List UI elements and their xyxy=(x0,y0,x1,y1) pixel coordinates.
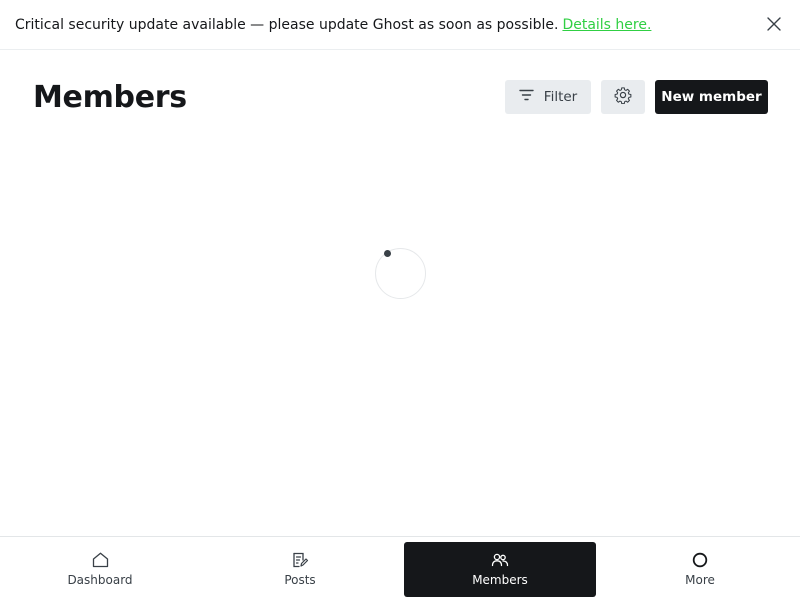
security-update-banner: Critical security update available — ple… xyxy=(0,0,800,50)
circle-icon xyxy=(692,552,708,568)
nav-label-posts: Posts xyxy=(284,573,316,587)
nav-item-members[interactable]: Members xyxy=(404,542,596,597)
nav-label-members: Members xyxy=(472,573,528,587)
close-icon[interactable] xyxy=(766,16,782,32)
filter-label: Filter xyxy=(543,89,578,105)
loading-spinner xyxy=(375,248,426,299)
details-link[interactable]: Details here. xyxy=(562,17,651,33)
new-member-button[interactable]: New member xyxy=(655,80,768,114)
gear-icon xyxy=(614,86,632,108)
nav-item-posts[interactable]: Posts xyxy=(204,542,396,597)
banner-message: Critical security update available — ple… xyxy=(15,17,651,33)
nav-label-more: More xyxy=(685,573,715,587)
page-title: Members xyxy=(33,80,187,115)
settings-button[interactable] xyxy=(601,80,645,114)
banner-text: Critical security update available — ple… xyxy=(15,16,559,33)
nav-label-dashboard: Dashboard xyxy=(67,573,133,587)
filter-icon xyxy=(519,89,534,105)
nav-item-dashboard[interactable]: Dashboard xyxy=(4,542,196,597)
nav-item-more[interactable]: More xyxy=(604,542,796,597)
home-icon xyxy=(92,552,109,568)
spinner-dot xyxy=(384,250,391,257)
bottom-nav: Dashboard Posts Members More xyxy=(0,536,800,600)
members-icon xyxy=(491,552,509,568)
filter-button[interactable]: Filter xyxy=(505,80,591,114)
posts-icon xyxy=(292,552,309,568)
